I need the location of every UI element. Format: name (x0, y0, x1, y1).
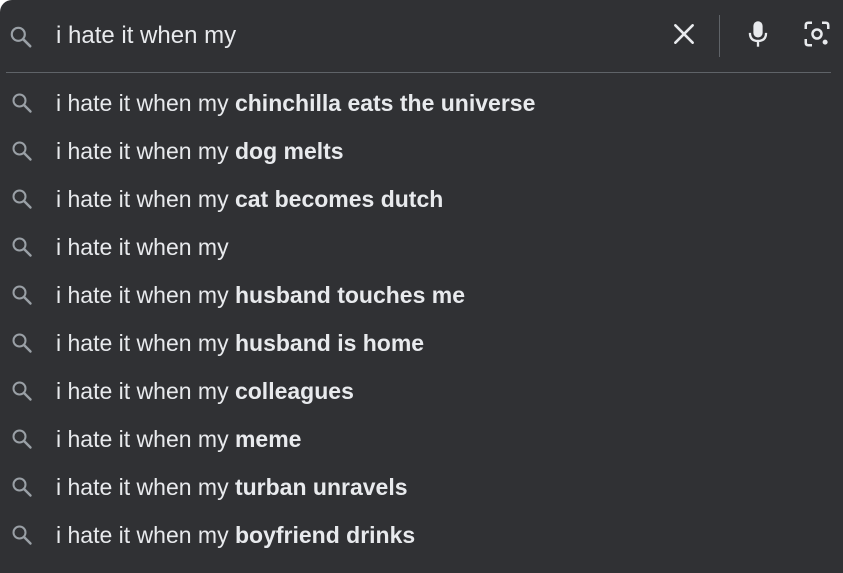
suggestion-prefix: i hate it when my (56, 330, 235, 356)
search-icon (10, 139, 34, 163)
suggestion-prefix: i hate it when my (56, 522, 235, 548)
search-autocomplete-panel: i hate it when my chinchilla eats the un… (0, 0, 843, 573)
suggestion-completion: husband touches me (234, 282, 466, 308)
suggestion-text: i hate it when my cat becomes dutch (56, 185, 443, 213)
suggestion-text: i hate it when my colleagues (56, 377, 354, 405)
suggestion-text: i hate it when my husband is home (56, 329, 424, 357)
suggestion-item[interactable]: i hate it when my (0, 223, 843, 271)
suggestion-item[interactable]: i hate it when my cat becomes dutch (0, 175, 843, 223)
microphone-icon (744, 19, 772, 54)
search-bar (0, 0, 843, 72)
search-divider (6, 72, 831, 73)
suggestion-item[interactable]: i hate it when my dog melts (0, 127, 843, 175)
suggestion-completion: cat becomes dutch (234, 186, 444, 212)
suggestion-completion: boyfriend drinks (234, 522, 416, 548)
search-icon (10, 523, 34, 547)
suggestion-text: i hate it when my turban unravels (56, 473, 408, 501)
suggestion-item[interactable]: i hate it when my boyfriend drinks (0, 511, 843, 559)
suggestion-prefix: i hate it when my (56, 426, 235, 452)
suggestion-prefix: i hate it when my (56, 90, 235, 116)
search-icon (10, 379, 34, 403)
suggestion-prefix: i hate it when my (56, 474, 235, 500)
suggestion-prefix: i hate it when my (56, 234, 229, 260)
suggestion-item[interactable]: i hate it when my meme (0, 415, 843, 463)
clear-search-button[interactable] (664, 16, 704, 56)
suggestion-item[interactable]: i hate it when my chinchilla eats the un… (0, 79, 843, 127)
suggestion-item[interactable]: i hate it when my husband is home (0, 319, 843, 367)
voice-search-button[interactable] (738, 16, 778, 56)
search-by-image-button[interactable] (797, 16, 837, 56)
search-icon (10, 427, 34, 451)
suggestion-text: i hate it when my boyfriend drinks (56, 521, 415, 549)
suggestion-prefix: i hate it when my (56, 186, 235, 212)
suggestion-item[interactable]: i hate it when my turban unravels (0, 463, 843, 511)
suggestion-text: i hate it when my meme (56, 425, 301, 453)
search-input[interactable] (56, 18, 616, 54)
suggestion-completion: dog melts (234, 138, 344, 164)
suggestion-text: i hate it when my husband touches me (56, 281, 465, 309)
suggestion-list: i hate it when my chinchilla eats the un… (0, 79, 843, 559)
suggestion-completion: chinchilla eats the universe (234, 90, 536, 116)
suggestion-prefix: i hate it when my (56, 378, 235, 404)
suggestion-prefix: i hate it when my (56, 138, 235, 164)
search-icon (10, 91, 34, 115)
suggestion-completion: meme (234, 426, 302, 452)
suggestion-item[interactable]: i hate it when my husband touches me (0, 271, 843, 319)
suggestion-item[interactable]: i hate it when my colleagues (0, 367, 843, 415)
search-icon (8, 24, 34, 50)
suggestion-completion: turban unravels (234, 474, 408, 500)
search-icon (10, 187, 34, 211)
suggestion-text: i hate it when my (56, 233, 229, 261)
search-icon (10, 475, 34, 499)
camera-lens-icon (802, 19, 832, 54)
close-icon (671, 21, 697, 52)
suggestion-text: i hate it when my chinchilla eats the un… (56, 89, 535, 117)
search-icon (10, 235, 34, 259)
suggestion-text: i hate it when my dog melts (56, 137, 344, 165)
suggestion-prefix: i hate it when my (56, 282, 235, 308)
search-icon (10, 283, 34, 307)
toolbar-divider (719, 15, 720, 57)
suggestion-completion: husband is home (234, 330, 425, 356)
suggestion-completion: colleagues (234, 378, 354, 404)
search-icon (10, 331, 34, 355)
